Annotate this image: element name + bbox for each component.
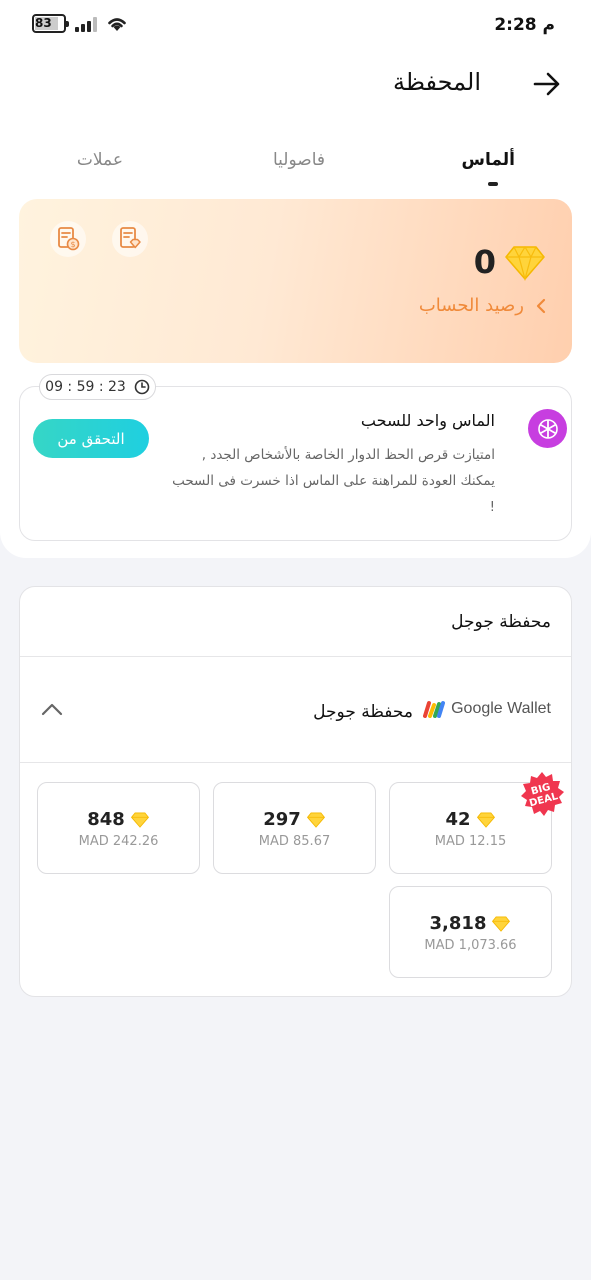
package-diamonds: 848 [87,809,125,830]
account-balance-label: رصيد الحساب [418,295,524,316]
bill-dollar-icon[interactable]: $ [50,221,86,257]
chevron-left-icon [536,298,546,313]
google-wallet-icon [423,701,446,718]
google-wallet-logo: Google Wallet [423,700,551,718]
google-wallet-brand: Google Wallet [451,700,551,717]
verify-button[interactable]: التحقق من [33,419,149,458]
package-price: MAD 242.26 [78,834,159,849]
timer-text: 09 : 59 : 23 [45,379,126,395]
balance-card: $ 0 رصيد الحساب [19,199,572,363]
package-diamonds: 297 [263,809,301,830]
task-description: امتيازت قرص الحظ الدوار الخاصة بالأشخاص … [172,447,495,515]
package-diamonds: 42 [445,809,471,830]
diamond-icon [306,811,325,828]
tab-diamonds[interactable]: ألماس [462,150,515,170]
diamond-icon [492,915,511,932]
package-item[interactable]: 848 MAD 242.26 [37,782,200,874]
divider [20,762,571,763]
bill-diamond-icon[interactable] [112,221,148,257]
package-diamonds: 3,818 [429,913,487,934]
diamond-icon [476,811,495,828]
package-price: MAD 12.15 [434,834,507,849]
payment-method-label[interactable]: محفظة جوجل [313,702,413,722]
tab-coins[interactable]: عملات [77,150,123,170]
wifi-icon [108,17,126,31]
signal-icon [75,16,97,32]
balance-amount: 0 [473,243,496,281]
tab-beans[interactable]: فاصوليا [273,150,325,170]
status-time: 2:28 م [494,15,555,35]
battery-icon: 83 [32,14,69,33]
countdown-timer: 09 : 59 : 23 [39,374,156,400]
svg-text:$: $ [70,240,75,249]
account-balance-link[interactable]: رصيد الحساب [419,295,546,316]
page-title: المحفظة [392,68,481,96]
back-arrow-icon[interactable] [533,72,561,96]
big-deal-badge: BIG DEAL [521,772,564,816]
chevron-up-icon[interactable] [40,700,64,718]
wallet-section-title: محفظة جوجل [451,612,551,632]
snowflake-icon [528,409,567,448]
status-icons: 83 [32,14,128,33]
task-title: الماس واحد للسحب [360,411,495,430]
divider [20,656,571,657]
clock-icon [134,379,150,395]
package-price: MAD 1,073.66 [424,938,517,953]
diamond-icon [505,245,545,281]
diamond-icon [130,811,149,828]
package-item[interactable]: 3,818 MAD 1,073.66 [389,886,552,978]
package-price: MAD 85.67 [258,834,331,849]
battery-level: 83 [35,16,52,30]
tab-active-indicator [488,182,498,186]
package-item[interactable]: 297 MAD 85.67 [213,782,376,874]
